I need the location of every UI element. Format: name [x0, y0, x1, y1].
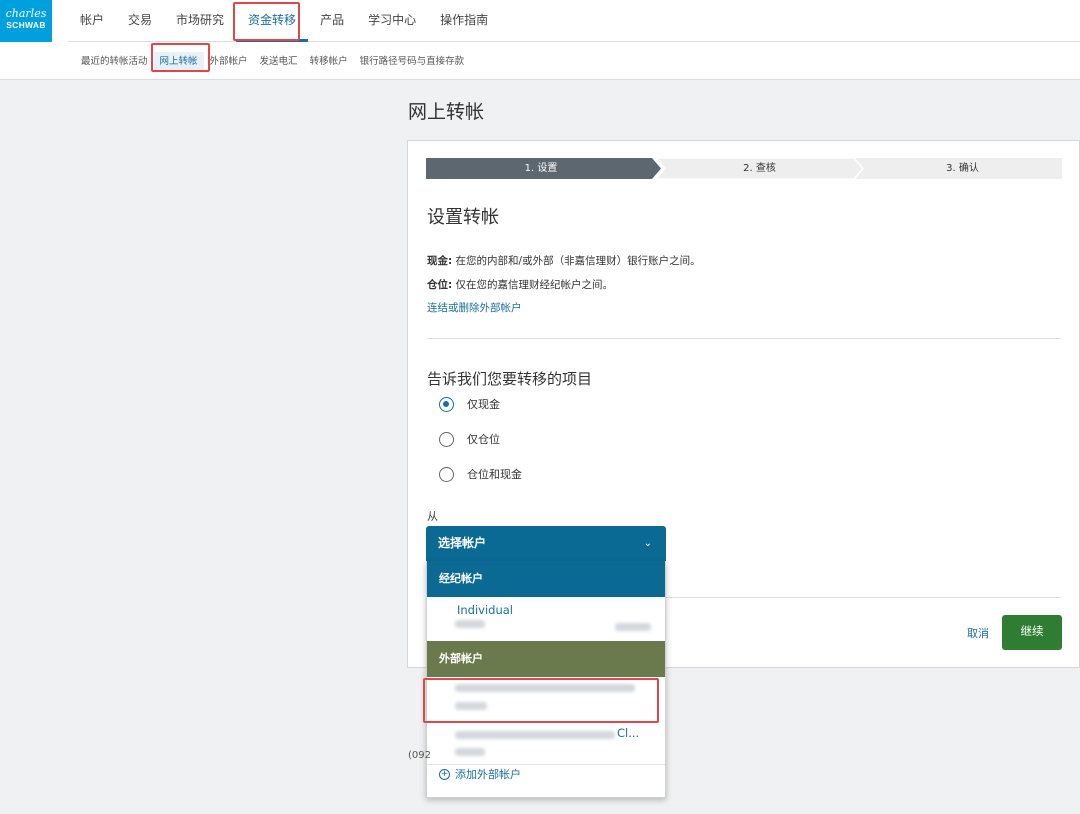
step-3-label: 3. 确认 — [946, 163, 979, 174]
subnav-item-online-transfer[interactable]: 网上转帐 — [153, 52, 204, 72]
section-title: 设置转帐 — [427, 207, 499, 228]
phone-number-partial: (092 — [408, 750, 431, 761]
cancel-link[interactable]: 取消 — [967, 625, 989, 641]
main-nav: 帐户 交易 市场研究 资金转移 产品 学习中心 操作指南 — [68, 0, 1080, 42]
nav-item-learning[interactable]: 学习中心 — [356, 0, 428, 42]
nav-item-research[interactable]: 市场研究 — [164, 0, 236, 42]
option-cash-only[interactable]: 仅现金 — [439, 395, 500, 413]
option-positions-only[interactable]: 仅仓位 — [439, 430, 500, 448]
option-positions-only-label: 仅仓位 — [467, 433, 500, 446]
page-title: 网上转帐 — [408, 101, 485, 123]
masked-balance — [615, 623, 651, 631]
from-label: 从 — [427, 510, 438, 523]
cash-label: 现金: — [427, 255, 453, 267]
divider — [427, 764, 665, 765]
subnav-item-external[interactable]: 外部帐户 — [204, 52, 254, 72]
position-text: 仅在您的嘉信理财经纪帐户之间。 — [452, 279, 614, 291]
nav-item-guide[interactable]: 操作指南 — [428, 0, 500, 42]
sub-nav: 最近的转帐活动 网上转帐 外部帐户 发送电汇 转移帐户 银行路径号码与直接存款 — [75, 52, 470, 72]
select-label: 选择帐户 — [438, 536, 487, 550]
logo-text-schwab: SCHWAB — [6, 20, 46, 30]
account-dropdown-list: 经纪帐户 Individual 外部帐户 Cl... + 添加外部帐户 — [426, 561, 666, 798]
masked-account-number — [455, 620, 485, 628]
position-description: 仓位: 仅在您的嘉信理财经纪帐户之间。 — [427, 277, 613, 292]
progress-stepper: 1. 设置 2. 查核 3. 确认 — [426, 158, 1062, 179]
add-external-account-label: 添加外部帐户 — [455, 768, 521, 781]
group-header-external: 外部帐户 — [427, 641, 665, 677]
nav-item-products[interactable]: 产品 — [308, 0, 356, 42]
subnav-item-routing[interactable]: 银行路径号码与直接存款 — [354, 52, 471, 72]
cash-description: 现金: 在您的内部和/或外部（非嘉信理财）银行账户之间。 — [427, 253, 701, 268]
radio-positions-and-cash[interactable] — [439, 466, 454, 482]
account-option-name-suffix: Cl... — [617, 726, 640, 740]
schwab-logo[interactable]: charles SCHWAB — [0, 0, 52, 42]
top-navigation: charles SCHWAB 帐户 交易 市场研究 资金转移 产品 学习中心 操… — [0, 0, 1080, 80]
masked-account-number — [455, 748, 485, 756]
nav-item-trade[interactable]: 交易 — [116, 0, 164, 42]
option-positions-and-cash[interactable]: 仓位和现金 — [439, 465, 522, 483]
nav-item-move-money[interactable]: 资金转移 — [236, 0, 309, 42]
option-cash-only-label: 仅现金 — [467, 398, 500, 411]
option-positions-and-cash-label: 仓位和现金 — [467, 468, 522, 481]
transfer-type-question: 告诉我们您要转移的项目 — [427, 370, 593, 388]
logo-text-charles: charles — [5, 7, 47, 20]
position-label: 仓位: — [427, 279, 453, 291]
step-1-label: 1. 设置 — [524, 163, 558, 174]
radio-positions-only[interactable] — [439, 431, 454, 447]
divider — [427, 338, 1061, 339]
continue-button[interactable]: 继续 — [1002, 615, 1062, 650]
add-external-account-link[interactable]: + 添加外部帐户 — [439, 766, 521, 782]
plus-circle-icon: + — [439, 768, 450, 780]
subnav-item-transfer-account[interactable]: 转移帐户 — [304, 52, 354, 72]
from-account-select[interactable]: 选择帐户 ⌄ — [426, 526, 666, 561]
chevron-down-icon: ⌄ — [643, 538, 652, 549]
subnav-item-wire[interactable]: 发送电汇 — [254, 52, 304, 72]
radio-cash-only[interactable] — [439, 396, 454, 412]
account-option-external-2[interactable]: Cl... — [427, 721, 665, 764]
account-option-external-1[interactable] — [427, 677, 665, 721]
masked-account-name — [455, 684, 635, 692]
masked-account-name — [455, 731, 615, 739]
nav-item-accounts[interactable]: 帐户 — [68, 0, 116, 42]
subnav-item-recent[interactable]: 最近的转帐活动 — [75, 52, 154, 72]
masked-account-number — [455, 702, 487, 710]
account-option-individual[interactable]: Individual — [427, 597, 665, 641]
step-2-label: 2. 查核 — [743, 163, 776, 174]
group-header-brokerage: 经纪帐户 — [427, 561, 665, 597]
account-option-name: Individual — [457, 603, 514, 617]
manage-external-accounts-link[interactable]: 连结或删除外部帐户 — [427, 300, 522, 315]
cash-text: 在您的内部和/或外部（非嘉信理财）银行账户之间。 — [452, 255, 701, 267]
